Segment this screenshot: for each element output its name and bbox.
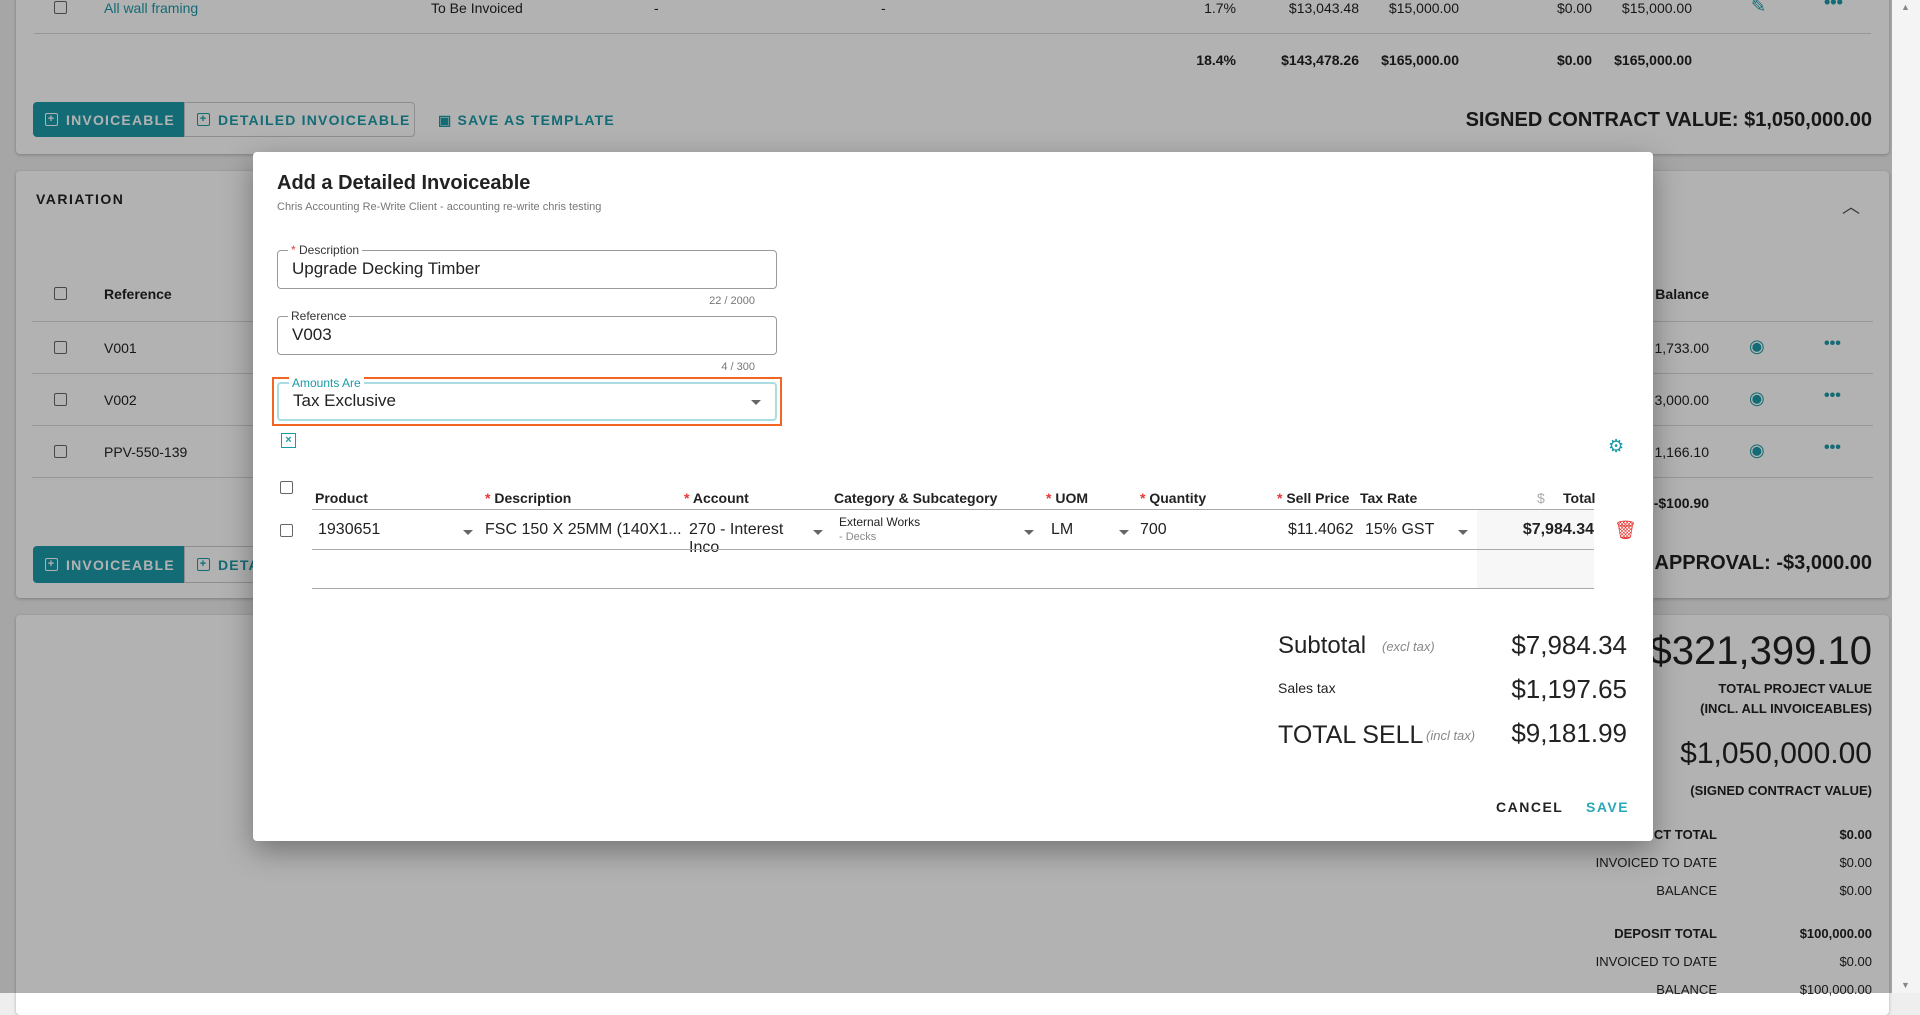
category[interactable]: External Works bbox=[839, 515, 920, 529]
amounts-are-select[interactable]: Amounts Are Tax Exclusive bbox=[277, 376, 777, 421]
uom-select[interactable]: LM bbox=[1051, 521, 1073, 539]
dropdown-arrow-icon[interactable] bbox=[1024, 530, 1034, 535]
product-select[interactable]: 1930651 bbox=[318, 521, 380, 539]
save-button[interactable]: SAVE bbox=[1586, 799, 1629, 815]
dropdown-arrow-icon[interactable] bbox=[1458, 530, 1468, 535]
delete-trash-icon[interactable]: 🗑 bbox=[1614, 520, 1637, 541]
dialog-subtitle: Chris Accounting Re-Write Client - accou… bbox=[277, 201, 602, 213]
line-checkbox[interactable] bbox=[280, 524, 293, 537]
dropdown-arrow-icon bbox=[751, 400, 761, 405]
col-description: * Description bbox=[485, 490, 572, 506]
sales-tax-value: $1,197.65 bbox=[1511, 674, 1627, 704]
description-field[interactable]: * Description Upgrade Decking Timber bbox=[277, 243, 777, 289]
line-total: $7,984.34 bbox=[1522, 521, 1594, 538]
col-sell-price: * Sell Price bbox=[1277, 490, 1350, 506]
sales-tax-label: Sales tax bbox=[1278, 680, 1336, 696]
description-counter: 22 / 2000 bbox=[709, 295, 755, 307]
reference-field[interactable]: Reference V003 bbox=[277, 309, 777, 355]
add-detailed-invoiceable-dialog: Add a Detailed Invoiceable Chris Account… bbox=[253, 152, 1653, 841]
settings-gear-icon[interactable]: ⚙ bbox=[1608, 436, 1624, 457]
currency-symbol: $ bbox=[1537, 490, 1545, 506]
total-sell-value: $9,181.99 bbox=[1511, 718, 1627, 748]
subtotal-label: Subtotal bbox=[1278, 632, 1367, 659]
col-uom: * UOM bbox=[1046, 490, 1089, 506]
cancel-button[interactable]: CANCEL bbox=[1496, 799, 1563, 815]
subtotal-value: $7,984.34 bbox=[1511, 630, 1627, 660]
reference-counter: 4 / 300 bbox=[721, 361, 755, 373]
field-label: Amounts Are bbox=[289, 376, 364, 390]
col-account: * Account bbox=[684, 490, 749, 506]
clear-lines-icon[interactable]: × bbox=[281, 433, 296, 448]
field-label: * Description bbox=[288, 243, 363, 257]
quantity-input[interactable]: 700 bbox=[1140, 521, 1167, 539]
col-total: Total bbox=[1563, 490, 1596, 506]
page-scrollbar[interactable]: ▲ ▼ bbox=[1892, 0, 1920, 993]
col-quantity: * Quantity bbox=[1140, 490, 1207, 506]
description-input[interactable]: FSC 150 X 25MM (140X1... bbox=[485, 521, 682, 539]
field-label: Reference bbox=[288, 309, 350, 323]
dropdown-arrow-icon[interactable] bbox=[813, 530, 823, 535]
subcategory: - Decks bbox=[839, 531, 877, 543]
col-product: Product bbox=[315, 490, 368, 506]
description-input[interactable]: Upgrade Decking Timber bbox=[292, 259, 480, 279]
col-tax-rate: Tax Rate bbox=[1360, 490, 1418, 506]
total-sell-label: TOTAL SELL bbox=[1278, 721, 1424, 749]
amounts-are-value: Tax Exclusive bbox=[293, 391, 396, 410]
dropdown-arrow-icon[interactable] bbox=[463, 530, 473, 535]
subtotal-note: (excl tax) bbox=[1382, 639, 1435, 654]
dialog-title: Add a Detailed Invoiceable bbox=[277, 172, 531, 194]
dropdown-arrow-icon[interactable] bbox=[1119, 530, 1129, 535]
select-all-lines-checkbox[interactable] bbox=[280, 481, 293, 494]
scroll-up-icon[interactable]: ▲ bbox=[1901, 2, 1910, 12]
scroll-down-icon[interactable]: ▼ bbox=[1901, 980, 1910, 990]
tax-rate-select[interactable]: 15% GST bbox=[1365, 521, 1434, 539]
sell-price-input[interactable]: $11.4062 bbox=[1288, 521, 1354, 539]
account-select[interactable]: 270 - Interest Inco bbox=[689, 521, 817, 557]
reference-input[interactable]: V003 bbox=[292, 325, 332, 345]
col-category: Category & Subcategory bbox=[834, 490, 998, 506]
total-sell-note: (incl tax) bbox=[1426, 728, 1476, 743]
